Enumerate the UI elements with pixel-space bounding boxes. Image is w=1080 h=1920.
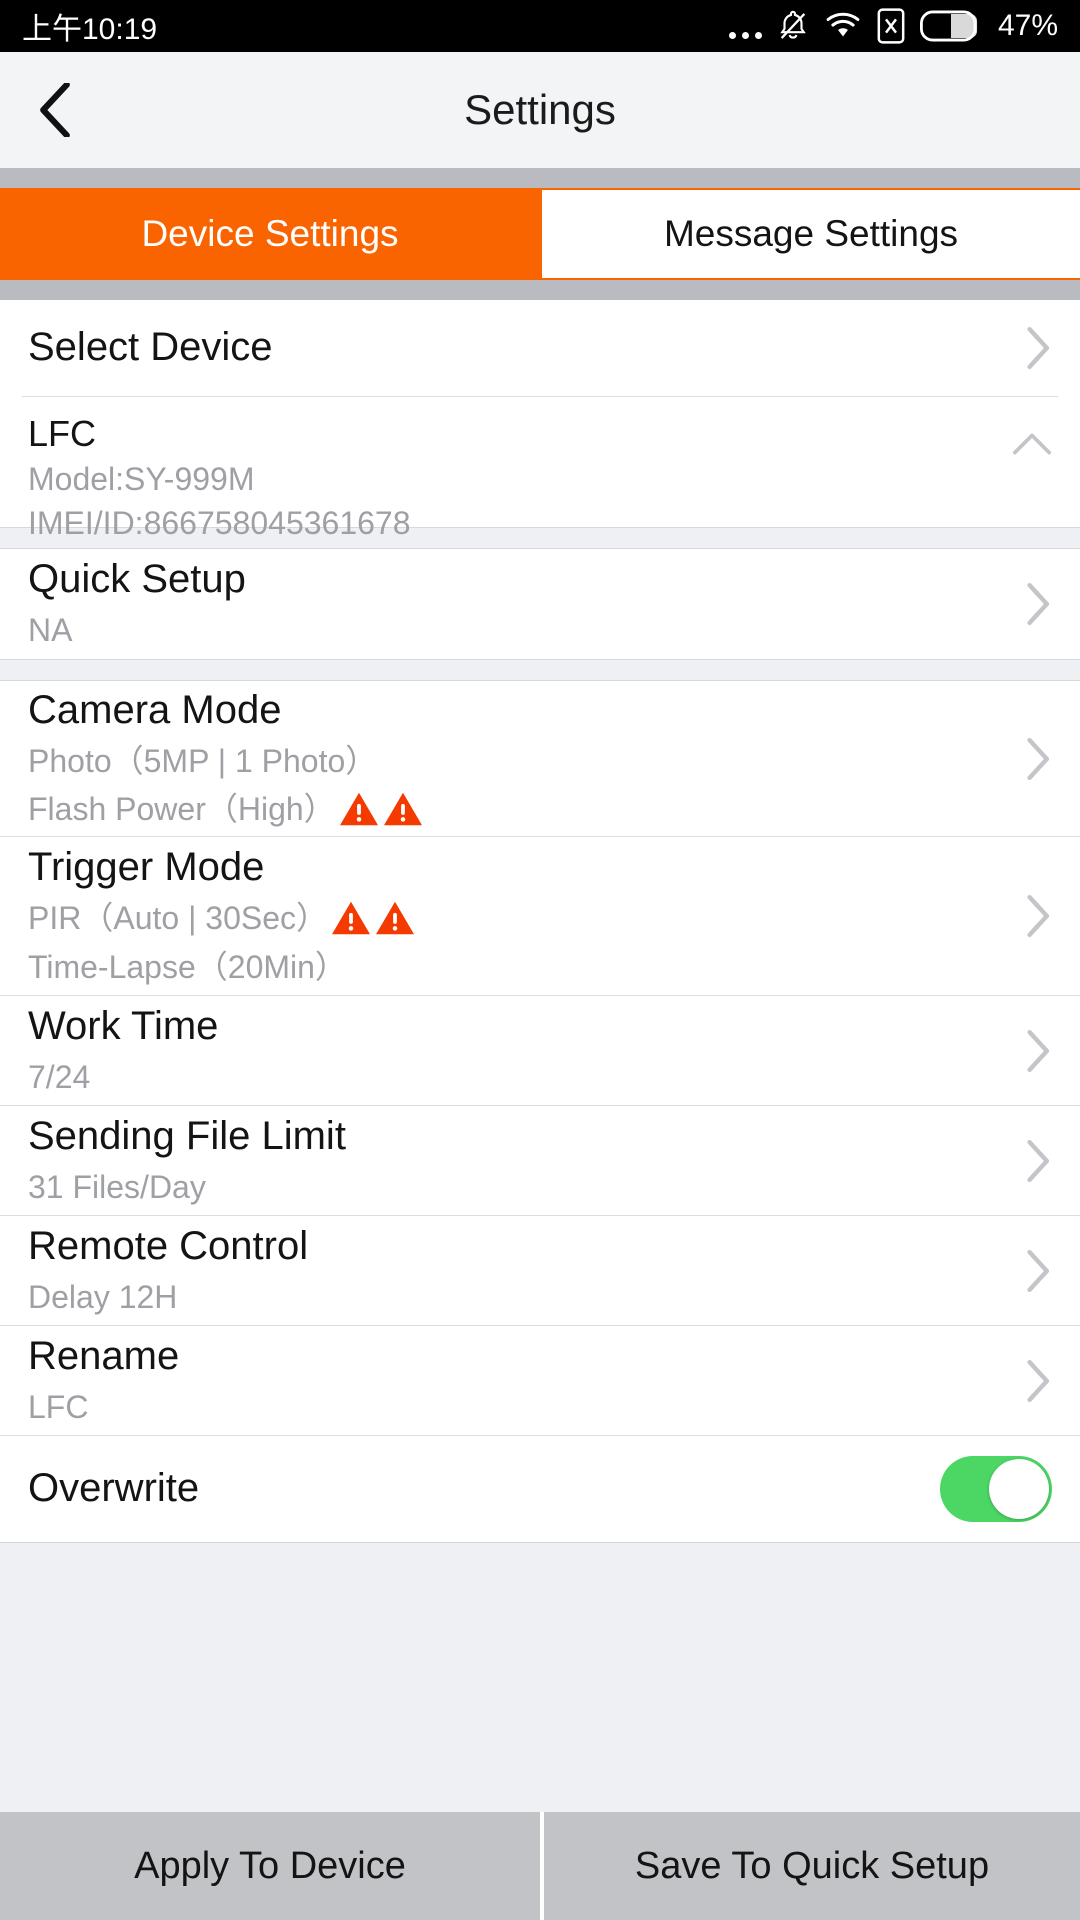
overwrite-toggle[interactable]	[940, 1456, 1052, 1522]
save-to-quick-setup-button[interactable]: Save To Quick Setup	[540, 1812, 1080, 1920]
status-time: 上午10:19	[22, 13, 158, 46]
chevron-right-icon	[1027, 1029, 1050, 1072]
chevron-right-icon	[1027, 894, 1050, 938]
row-device-info[interactable]: LFC Model:SY-999M IMEI/ID:86675804536167…	[0, 397, 1080, 541]
rename-value: LFC	[28, 1388, 89, 1425]
chevron-right-icon	[1027, 326, 1050, 370]
camera-mode-line1: Photo（5MP | 1 Photo）	[28, 742, 378, 779]
tab-device-settings[interactable]: Device Settings	[0, 190, 540, 278]
rename-label: Rename	[28, 1333, 180, 1378]
tab-message-settings[interactable]: Message Settings	[540, 190, 1080, 278]
wifi-icon	[824, 11, 862, 41]
device-group: Select Device LFC Model:SY-999M IMEI/ID:…	[0, 300, 1080, 541]
header-divider-strip	[0, 168, 1080, 188]
app-header: Settings	[0, 52, 1080, 168]
quick-setup-label: Quick Setup	[28, 557, 246, 602]
chevron-right-icon	[1027, 1249, 1050, 1292]
settings-list[interactable]: Select Device LFC Model:SY-999M IMEI/ID:…	[0, 300, 1080, 1812]
camera-mode-warnings	[338, 790, 424, 828]
work-time-label: Work Time	[28, 1003, 219, 1048]
chevron-right-icon	[1027, 1139, 1050, 1182]
trigger-mode-line2: Time-Lapse（20Min）	[28, 948, 347, 985]
row-trigger-mode[interactable]: Trigger Mode PIR（Auto | 30Sec） Time-Laps…	[0, 837, 1080, 995]
row-select-device[interactable]: Select Device	[0, 300, 1080, 396]
bell-muted-icon	[776, 9, 810, 43]
chevron-right-icon	[1027, 582, 1050, 626]
chevron-right-icon	[1027, 737, 1050, 780]
row-overwrite[interactable]: Overwrite	[0, 1436, 1080, 1542]
battery-icon	[919, 10, 982, 42]
sending-file-limit-label: Sending File Limit	[28, 1113, 346, 1158]
select-device-label: Select Device	[28, 325, 273, 370]
row-quick-setup[interactable]: Quick Setup NA	[0, 549, 1080, 659]
main-settings-group: Camera Mode Photo（5MP | 1 Photo） Flash P…	[0, 681, 1080, 1542]
status-bar: 上午10:19 47%	[0, 0, 1080, 52]
battery-percent-label: 47%	[997, 9, 1058, 42]
camera-mode-line2-wrap: Flash Power（High）	[28, 790, 1006, 828]
trigger-mode-line1-wrap: PIR（Auto | 30Sec）	[28, 899, 1006, 937]
warning-triangle-icon	[376, 902, 415, 935]
settings-tabs: Device Settings Message Settings	[0, 188, 1080, 280]
chevron-right-icon	[1027, 1359, 1050, 1402]
bottom-action-bar: Apply To Device Save To Quick Setup	[0, 1812, 1080, 1920]
trigger-mode-warnings	[330, 899, 416, 937]
list-bottom-filler	[0, 1542, 1080, 1812]
camera-mode-label: Camera Mode	[28, 687, 282, 732]
warning-triangle-icon	[332, 902, 371, 935]
trigger-mode-label: Trigger Mode	[28, 845, 265, 890]
remote-control-label: Remote Control	[28, 1223, 309, 1268]
warning-triangle-icon	[383, 793, 422, 826]
remote-control-value: Delay 12H	[28, 1278, 178, 1315]
more-dots-icon	[728, 9, 762, 44]
row-camera-mode[interactable]: Camera Mode Photo（5MP | 1 Photo） Flash P…	[0, 681, 1080, 836]
work-time-value: 7/24	[28, 1058, 91, 1095]
apply-to-device-button[interactable]: Apply To Device	[0, 1812, 540, 1920]
sending-file-limit-value: 31 Files/Day	[28, 1168, 206, 1205]
quick-setup-group: Quick Setup NA	[0, 549, 1080, 659]
trigger-mode-line1: PIR（Auto | 30Sec）	[28, 900, 329, 937]
row-remote-control[interactable]: Remote Control Delay 12H	[0, 1216, 1080, 1325]
status-icons: 47%	[728, 8, 1058, 44]
device-name: LFC	[28, 413, 97, 454]
row-work-time[interactable]: Work Time 7/24	[0, 996, 1080, 1105]
row-sending-file-limit[interactable]: Sending File Limit 31 Files/Day	[0, 1106, 1080, 1215]
tabs-divider-strip	[0, 280, 1080, 300]
device-model: Model:SY-999M	[28, 460, 255, 497]
overwrite-label: Overwrite	[28, 1466, 200, 1511]
row-rename[interactable]: Rename LFC	[0, 1326, 1080, 1435]
quick-setup-value: NA	[28, 612, 73, 649]
chevron-left-icon	[40, 83, 70, 137]
back-button[interactable]	[0, 52, 110, 168]
chevron-up-icon[interactable]	[1012, 431, 1052, 457]
camera-mode-line2: Flash Power（High）	[28, 791, 336, 828]
device-imei: IMEI/ID:866758045361678	[28, 505, 411, 542]
toggle-knob	[989, 1459, 1049, 1519]
app-screen: 上午10:19 47% Settings Device Settings Mes…	[0, 0, 1080, 1920]
sim-x-icon	[876, 8, 906, 44]
section-gap	[0, 659, 1080, 681]
warning-triangle-icon	[339, 793, 378, 826]
page-title: Settings	[464, 86, 616, 133]
